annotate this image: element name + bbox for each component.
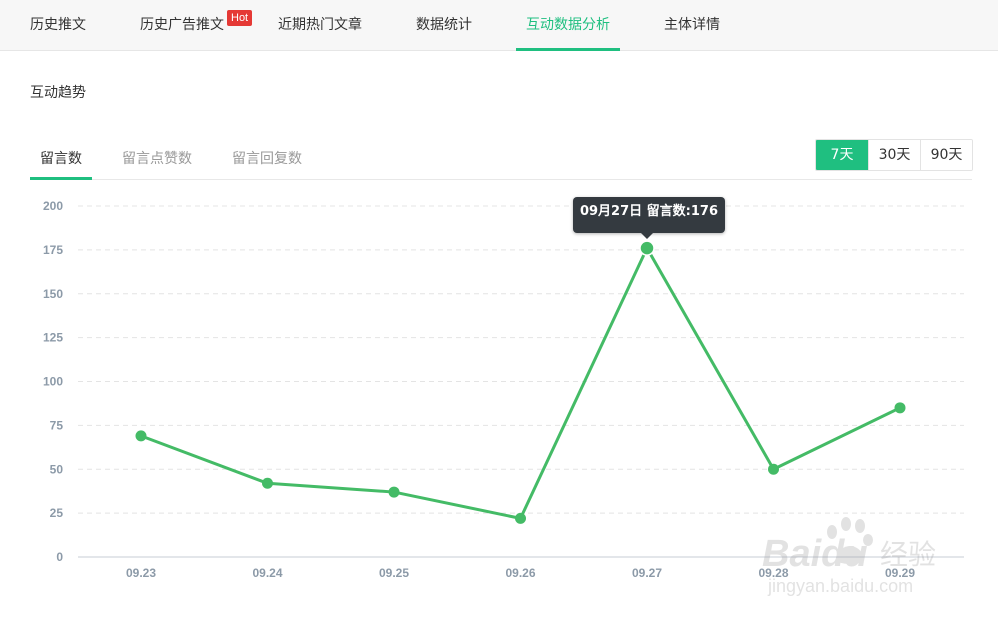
x-tick-label: 09.26 [505,566,535,580]
chart-tooltip: 09月27日 留言数:176 [573,197,725,233]
y-tick-label: 200 [43,199,63,213]
data-point [388,486,400,498]
y-tick-label: 75 [50,418,64,432]
baidu-jingyan-watermark: Baidu 经验 jingyan.baidu.com [762,517,936,596]
svg-text:Baidu: Baidu [762,533,868,575]
series-line [140,246,901,520]
y-tick-label: 150 [43,287,63,301]
data-point [135,430,147,442]
data-point [262,477,273,489]
y-tick-label: 175 [43,243,63,257]
svg-text:经验: 经验 [880,538,936,571]
highlighted-data-point [639,240,655,256]
y-tick-label: 100 [43,375,63,389]
x-tick-label: 09.27 [632,566,662,580]
tooltip-arrow [641,233,653,239]
data-point [894,402,906,414]
y-tick-label: 125 [43,331,63,345]
svg-text:jingyan.baidu.com: jingyan.baidu.com [767,576,913,596]
y-tick-label: 50 [50,462,64,476]
y-tick-label: 0 [56,550,63,564]
x-tick-label: 09.23 [126,566,156,580]
x-tick-label: 09.24 [252,566,282,580]
data-point [515,512,526,524]
data-point [768,463,779,475]
y-tick-label: 25 [50,506,64,520]
x-tick-label: 09.25 [379,566,409,580]
